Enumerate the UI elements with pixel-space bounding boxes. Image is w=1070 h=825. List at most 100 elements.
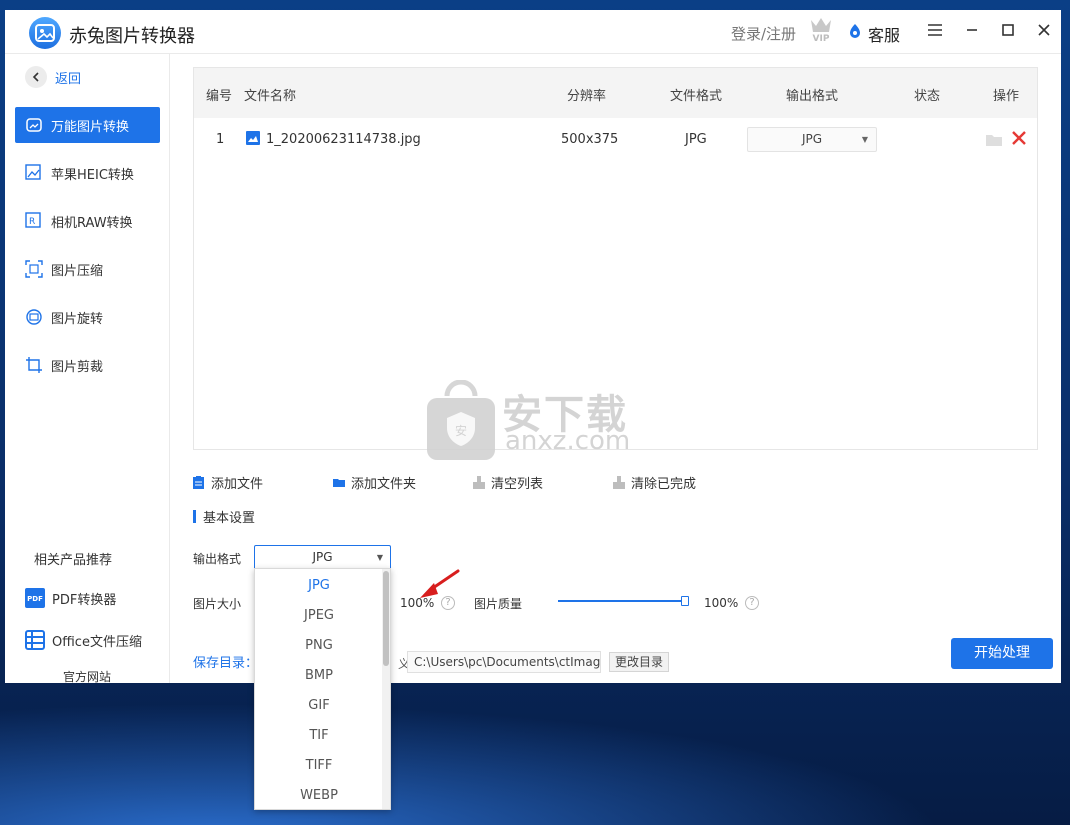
delete-icon[interactable] [1011,130,1027,146]
pdf-converter-link[interactable]: PDF PDF转换器 [25,588,116,608]
table-header: 编号 文件名称 分辨率 文件格式 输出格式 状态 操作 [194,68,1037,118]
row-format: JPG [685,132,707,147]
sidebar-item-heic[interactable]: 苹果HEIC转换 [15,155,160,191]
dropdown-scrollbar-thumb[interactable] [383,571,389,666]
table-row[interactable]: 1 1_20200623114738.jpg 500x375 JPG JPG ▼ [194,118,1037,162]
row-output-format-select[interactable]: JPG ▼ [747,127,877,152]
quality-slider-track[interactable] [558,600,688,602]
related-products-heading: 相关产品推荐 [34,553,113,568]
clear-completed-label: 清除已完成 [631,477,697,492]
raw-icon: R [25,212,43,230]
header-name: 文件名称 [244,89,297,104]
minimize-icon[interactable] [962,20,982,40]
chevron-left-icon [25,66,47,88]
watermark-subtext: anxz.com [505,426,631,456]
row-output-format-value: JPG [801,132,823,146]
svg-text:安: 安 [455,423,467,438]
sidebar: 返回 万能图片转换 苹果HEIC转换 R 相机RAW转换 图片压缩 图片旋转 图… [5,54,170,683]
clear-completed-button[interactable]: 清除已完成 [613,473,696,492]
svg-text:VIP: VIP [813,34,830,43]
login-register-link[interactable]: 登录/注册 [731,23,796,44]
quality-slider-handle[interactable] [681,596,689,606]
add-file-label: 添加文件 [211,477,264,492]
caret-down-icon: ▼ [376,553,383,562]
change-dir-button[interactable]: 更改目录 [609,652,669,672]
svg-text:R: R [29,217,35,227]
pdf-icon: PDF [25,588,45,608]
dropdown-option-gif[interactable]: GIF [255,691,383,721]
section-marker [193,510,196,523]
image-convert-icon [25,116,43,134]
office-icon [25,630,45,650]
sidebar-item-label: 相机RAW转换 [51,215,133,231]
product-label: PDF转换器 [52,592,117,608]
dropdown-option-bmp[interactable]: BMP [255,661,383,691]
desktop-background [0,680,1070,825]
menu-icon[interactable] [925,20,945,40]
customer-service-icon[interactable] [847,23,863,39]
header-output: 输出格式 [786,89,839,104]
dropdown-option-jpeg[interactable]: JPEG [255,601,383,631]
broom-icon [473,476,485,489]
sidebar-item-label: 万能图片转换 [51,119,130,135]
start-processing-button[interactable]: 开始处理 [951,638,1053,669]
vip-crown-icon[interactable]: VIP [808,15,834,44]
dropdown-scrollbar[interactable] [382,569,390,809]
add-folder-icon [333,476,345,489]
sidebar-item-raw[interactable]: R 相机RAW转换 [15,203,160,239]
dropdown-option-tif[interactable]: TIF [255,721,383,751]
output-format-select[interactable]: JPG ▼ [254,545,391,570]
header-action: 操作 [993,89,1020,104]
dropdown-option-tiff[interactable]: TIFF [255,751,383,781]
app-logo-icon [29,17,61,49]
help-icon[interactable]: ? [745,596,759,610]
image-size-label: 图片大小 [193,597,242,611]
sidebar-item-rotate[interactable]: 图片旋转 [15,299,160,335]
row-resolution: 500x375 [561,132,619,147]
office-compress-link[interactable]: Office文件压缩 [25,630,142,650]
clear-list-button[interactable]: 清空列表 [473,473,543,492]
compress-icon [25,260,43,278]
basic-settings-heading: 基本设置 [193,507,255,526]
broom-icon [613,476,625,489]
dropdown-option-png[interactable]: PNG [255,631,383,661]
official-website-link[interactable]: 官方网站 [63,668,111,683]
output-format-label: 输出格式 [193,552,242,566]
add-file-icon [193,476,205,489]
back-label: 返回 [55,71,82,87]
back-button[interactable]: 返回 [25,66,81,88]
sidebar-item-label: 图片压缩 [51,263,104,279]
save-dir-label: 保存目录： [193,656,259,671]
header-no: 编号 [206,89,233,104]
maximize-icon[interactable] [998,20,1018,40]
output-format-dropdown[interactable]: JPG JPEG PNG BMP GIF TIF TIFF WEBP [254,568,391,810]
output-format-value: JPG [312,550,333,564]
add-folder-label: 添加文件夹 [351,477,417,492]
row-no: 1 [216,132,225,147]
folder-icon[interactable] [986,133,1002,146]
crop-icon [25,356,43,374]
close-icon[interactable] [1034,20,1054,40]
add-file-button[interactable]: 添加文件 [193,473,263,492]
row-filename: 1_20200623114738.jpg [266,132,421,147]
caret-down-icon: ▼ [861,135,868,144]
customer-service-link[interactable]: 客服 [868,22,900,46]
heic-icon [25,164,43,182]
basic-settings-title: 基本设置 [203,511,256,526]
header-resolution: 分辨率 [567,89,607,104]
sidebar-item-crop[interactable]: 图片剪裁 [15,347,160,383]
sidebar-item-compress[interactable]: 图片压缩 [15,251,160,287]
save-path-field[interactable]: C:\Users\pc\Documents\ctImag [407,651,601,673]
product-label: Office文件压缩 [52,634,142,650]
add-folder-button[interactable]: 添加文件夹 [333,473,416,492]
header-format: 文件格式 [670,89,723,104]
dropdown-option-jpg[interactable]: JPG [255,571,383,601]
sidebar-item-universal-convert[interactable]: 万能图片转换 [15,107,160,143]
app-window: 赤兔图片转换器 登录/注册 VIP 客服 返回 万能图片转换 苹果HEIC转换 … [5,10,1061,683]
dropdown-option-webp[interactable]: WEBP [255,781,383,809]
clear-list-label: 清空列表 [491,477,544,492]
red-arrow-annotation [414,568,462,602]
sidebar-item-label: 图片旋转 [51,311,104,327]
header-status: 状态 [914,89,941,104]
sidebar-item-label: 苹果HEIC转换 [51,167,134,183]
